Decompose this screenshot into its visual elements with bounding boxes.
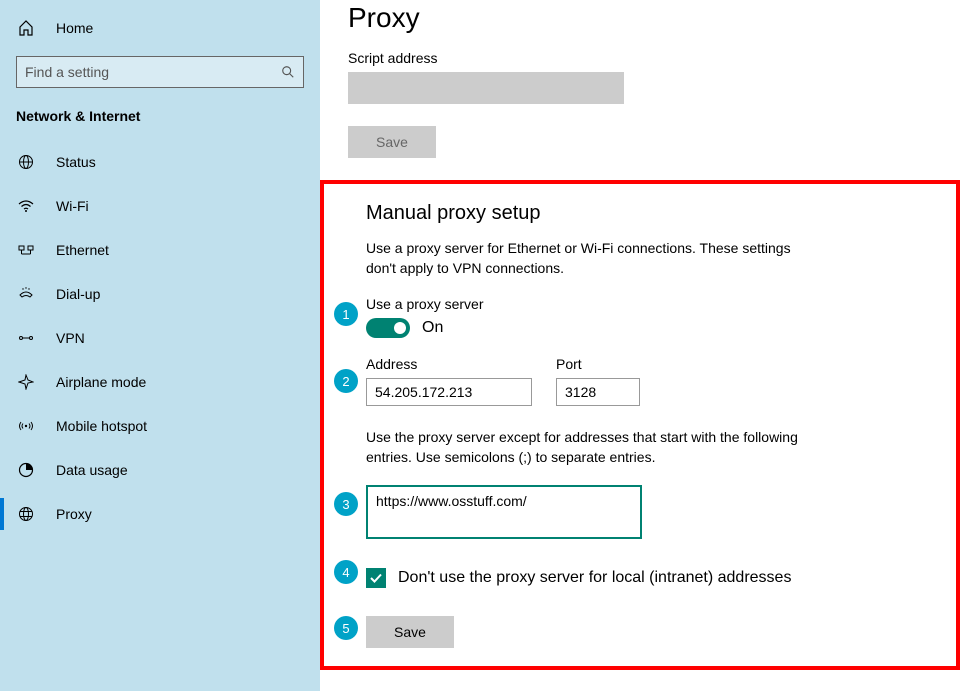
toggle-knob [394,322,406,334]
step-badge-1: 1 [334,302,358,326]
search-icon [281,65,295,79]
search-input[interactable] [25,64,281,80]
manual-setup-desc: Use a proxy server for Ethernet or Wi-Fi… [366,239,816,278]
dialup-icon [16,286,36,302]
manual-setup-title: Manual proxy setup [366,202,936,225]
sidebar-item-label: Status [56,154,96,170]
save-button-bottom[interactable]: Save [366,616,454,648]
ethernet-icon [16,242,36,258]
search-box[interactable] [16,56,304,88]
sidebar-item-label: Dial-up [56,286,100,302]
sidebar-item-dialup[interactable]: Dial-up [0,272,320,316]
main-pane: Proxy Script address Save 1 2 3 4 5 Manu… [320,0,972,691]
page-title: Proxy [348,2,972,34]
hotspot-icon [16,418,36,434]
sidebar-item-label: Mobile hotspot [56,418,147,434]
home-nav[interactable]: Home [0,8,320,48]
wifi-icon [16,198,36,214]
step-badge-2: 2 [334,369,358,393]
airplane-icon [16,374,36,390]
script-address-input[interactable] [348,72,624,104]
address-label: Address [366,356,532,372]
sidebar-item-hotspot[interactable]: Mobile hotspot [0,404,320,448]
step-badge-5: 5 [334,616,358,640]
exceptions-input[interactable] [366,485,642,539]
proxy-icon [16,506,36,522]
sidebar-item-label: Data usage [56,462,128,478]
toggle-state-label: On [422,319,443,337]
sidebar-item-label: VPN [56,330,85,346]
check-icon [369,571,383,585]
highlight-region: 1 2 3 4 5 Manual proxy setup Use a proxy… [320,180,960,670]
vpn-icon [16,330,36,346]
sidebar-item-label: Airplane mode [56,374,146,390]
exceptions-desc: Use the proxy server except for addresse… [366,428,816,467]
sidebar-item-datausage[interactable]: Data usage [0,448,320,492]
home-label: Home [56,20,93,36]
sidebar-item-wifi[interactable]: Wi-Fi [0,184,320,228]
status-icon [16,154,36,170]
port-label: Port [556,356,640,372]
script-address-label: Script address [348,50,972,66]
sidebar-item-airplane[interactable]: Airplane mode [0,360,320,404]
local-checkbox-label: Don't use the proxy server for local (in… [398,569,791,587]
save-button-top[interactable]: Save [348,126,436,158]
datausage-icon [16,462,36,478]
sidebar-item-label: Proxy [56,506,92,522]
home-icon [16,20,36,36]
address-input[interactable] [366,378,532,406]
sidebar-item-status[interactable]: Status [0,140,320,184]
use-proxy-toggle[interactable] [366,318,410,338]
port-input[interactable] [556,378,640,406]
sidebar: Home Network & Internet Status Wi-Fi Eth… [0,0,320,691]
use-proxy-label: Use a proxy server [366,296,936,312]
step-badge-4: 4 [334,560,358,584]
section-title: Network & Internet [0,102,320,140]
sidebar-item-proxy[interactable]: Proxy [0,492,320,536]
step-badge-3: 3 [334,492,358,516]
sidebar-item-label: Wi-Fi [56,198,89,214]
sidebar-item-ethernet[interactable]: Ethernet [0,228,320,272]
sidebar-item-label: Ethernet [56,242,109,258]
local-checkbox[interactable] [366,568,386,588]
sidebar-item-vpn[interactable]: VPN [0,316,320,360]
